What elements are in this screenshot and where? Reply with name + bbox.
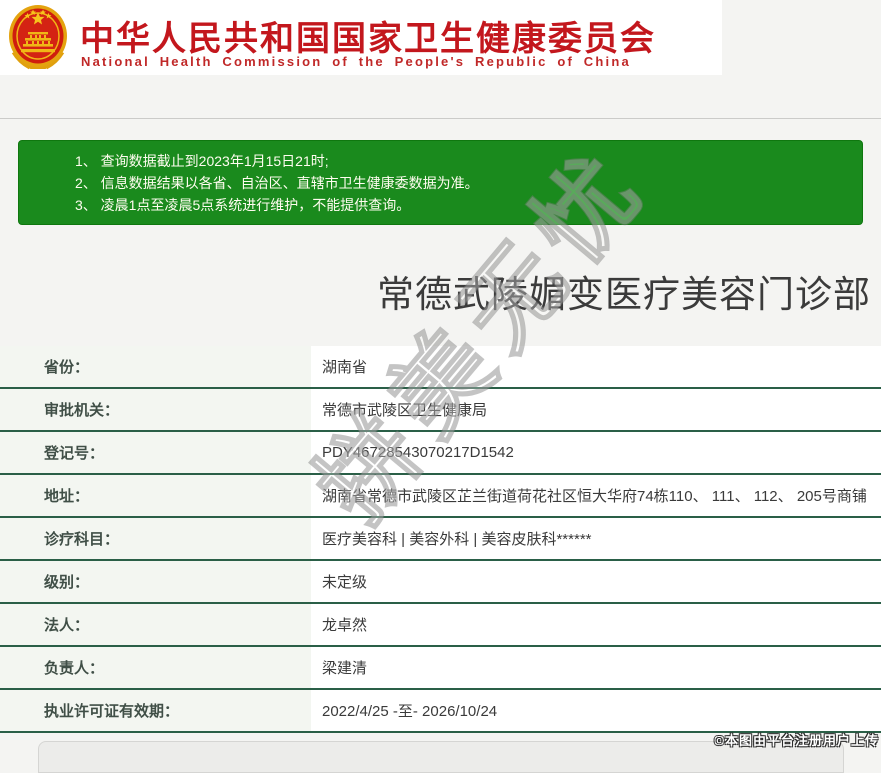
field-label: 级别：	[0, 561, 311, 602]
table-row-registration-number: 登记号： PDY46728543070217D1542	[0, 432, 881, 475]
table-row-license-validity: 执业许可证有效期： 2022/4/25 -至- 2026/10/24	[0, 690, 881, 733]
org-title-cn: 中华人民共和国国家卫生健康委员会	[80, 20, 656, 58]
field-label: 登记号：	[0, 432, 311, 473]
notice-line-3: 3、 凌晨1点至凌晨5点系统进行维护，不能提供查询。	[75, 197, 411, 213]
field-label: 负责人：	[0, 647, 311, 688]
field-label: 审批机关：	[0, 389, 311, 430]
table-row-legal-person: 法人： 龙卓然	[0, 604, 881, 647]
field-label: 诊疗科目：	[0, 518, 311, 559]
field-value: 未定级	[311, 561, 881, 602]
notice-box: 1、 查询数据截止到2023年1月15日21时; 2、 信息数据结果以各省、自治…	[18, 140, 863, 225]
field-label: 省份：	[0, 346, 311, 387]
table-row-approval-authority: 审批机关： 常德市武陵区卫生健康局	[0, 389, 881, 432]
field-value: 龙卓然	[311, 604, 881, 645]
notice-line-2: 2、 信息数据结果以各省、自治区、直辖市卫生健康委数据为准。	[75, 175, 479, 191]
field-label: 执业许可证有效期：	[0, 690, 311, 731]
field-value: 湖南省常德市武陵区芷兰街道荷花社区恒大华府74栋110、 111、 112、 2…	[311, 475, 881, 516]
notice-line-1: 1、 查询数据截止到2023年1月15日21时;	[75, 153, 329, 169]
field-label: 地址：	[0, 475, 311, 516]
field-value: PDY46728543070217D1542	[311, 432, 881, 473]
national-emblem-icon	[9, 5, 67, 70]
field-value: 医疗美容科 | 美容外科 | 美容皮肤科******	[311, 518, 881, 559]
table-row-departments: 诊疗科目： 医疗美容科 | 美容外科 | 美容皮肤科******	[0, 518, 881, 561]
facility-info-table: 省份： 湖南省 审批机关： 常德市武陵区卫生健康局 登记号： PDY467285…	[0, 346, 881, 733]
field-value: 常德市武陵区卫生健康局	[311, 389, 881, 430]
site-header: 中华人民共和国国家卫生健康委员会 National Health Commiss…	[0, 0, 722, 75]
table-row-person-in-charge: 负责人： 梁建清	[0, 647, 881, 690]
facility-title: 常德武陵媚变医疗美容门诊部	[377, 274, 871, 315]
table-row-address: 地址： 湖南省常德市武陵区芷兰街道荷花社区恒大华府74栋110、 111、 11…	[0, 475, 881, 518]
table-row-level: 级别： 未定级	[0, 561, 881, 604]
field-value: 湖南省	[311, 346, 881, 387]
field-value: 梁建清	[311, 647, 881, 688]
org-title-en: National Health Commission of the People…	[81, 54, 631, 69]
table-row-province: 省份： 湖南省	[0, 346, 881, 389]
bottom-panel	[38, 741, 844, 773]
header-divider	[0, 118, 881, 119]
field-label: 法人：	[0, 604, 311, 645]
field-value: 2022/4/25 -至- 2026/10/24	[311, 690, 881, 731]
